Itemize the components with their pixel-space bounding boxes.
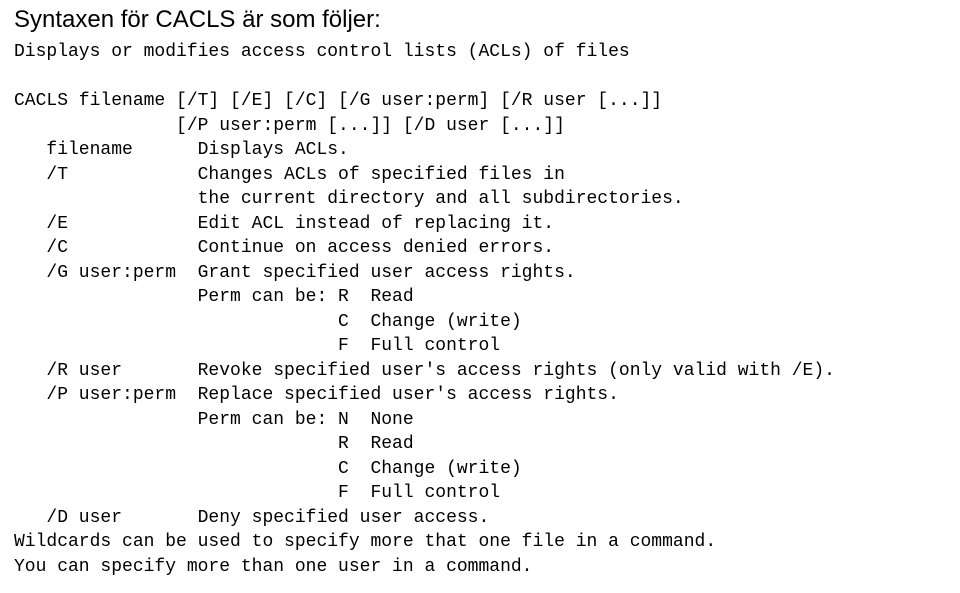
document-page: Syntaxen för CACLS är som följer: Displa… bbox=[0, 0, 960, 593]
page-title: Syntaxen för CACLS är som följer: bbox=[14, 6, 946, 34]
cacls-help-text: Displays or modifies access control list… bbox=[14, 40, 946, 579]
